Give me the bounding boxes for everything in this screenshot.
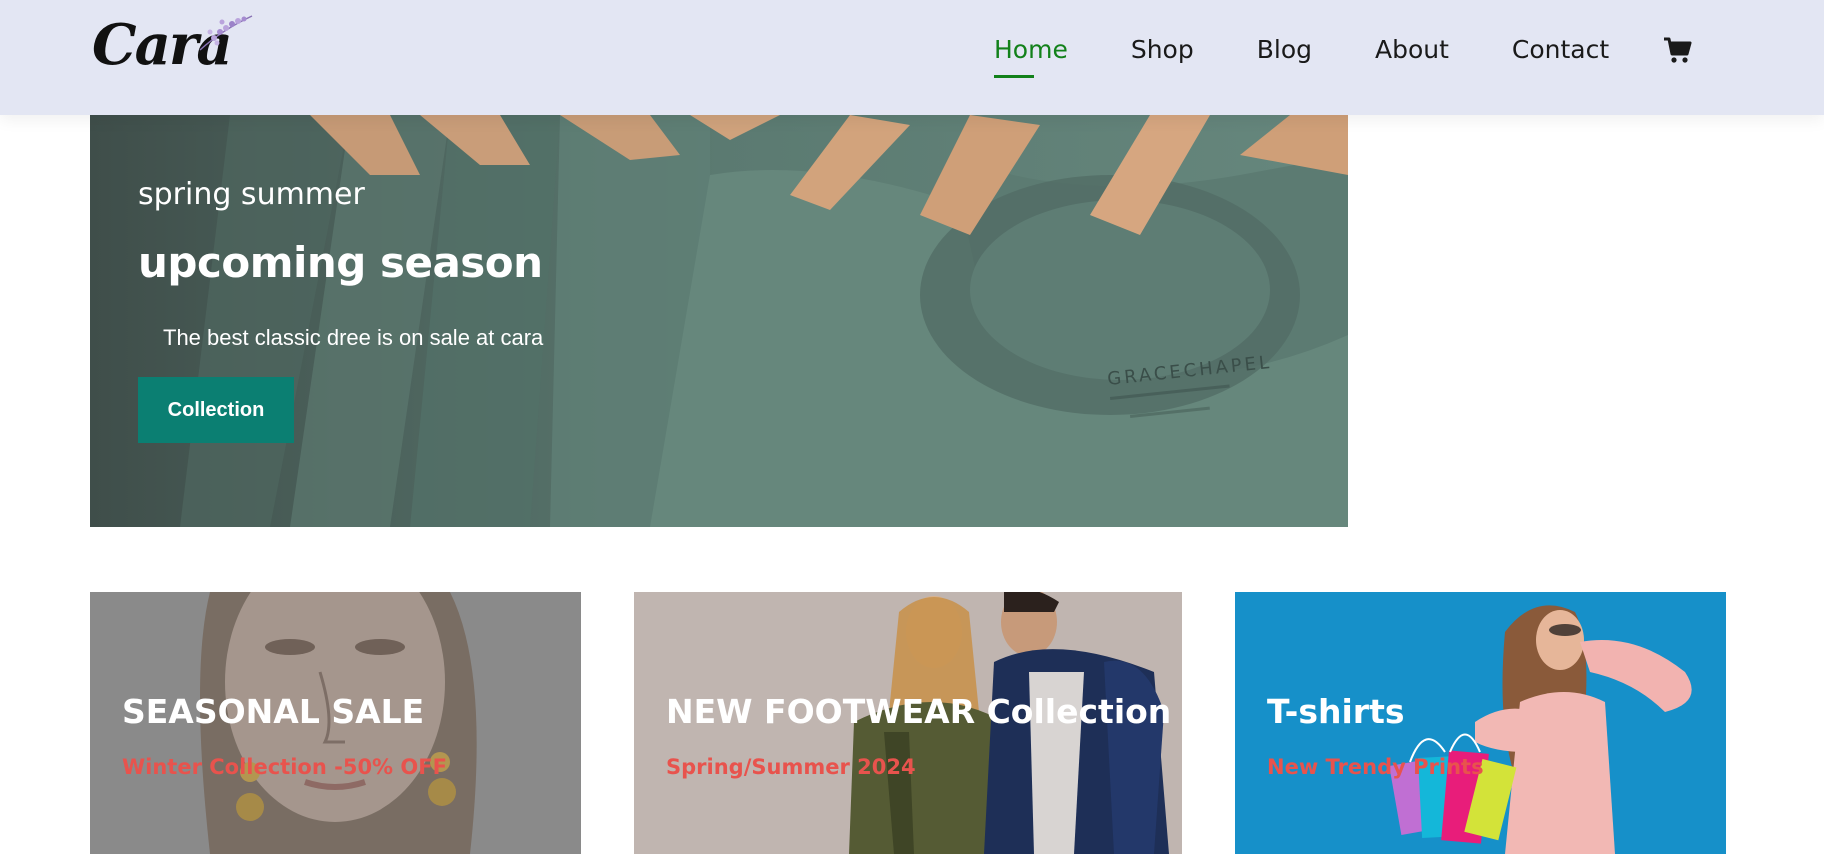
hero-banner: GRACECHAPEL spring summer upcoming seaso… bbox=[90, 115, 1348, 527]
banner-title: NEW FOOTWEAR Collection bbox=[666, 692, 1172, 731]
tshirts-banner[interactable]: T-shirts New Trendy Prints bbox=[1235, 592, 1726, 854]
collection-button[interactable]: Collection bbox=[138, 377, 294, 443]
lavender-sprig-icon bbox=[199, 15, 253, 51]
hero-text: The best classic dree is on sale at cara bbox=[163, 325, 544, 350]
banner-subtitle: New Trendy Prints bbox=[1267, 755, 1484, 779]
banner-title: T-shirts bbox=[1267, 692, 1405, 731]
banner-subtitle: Winter Collection -50% OFF bbox=[122, 755, 447, 779]
logo[interactable]: Cara bbox=[92, 10, 262, 80]
nav-contact[interactable]: Contact bbox=[1512, 30, 1609, 70]
main-nav: Home Shop Blog About Contact bbox=[994, 30, 1692, 78]
site-header: Cara Home Shop Blog About Contact bbox=[0, 0, 1824, 115]
banner-subtitle: Spring/Summer 2024 bbox=[666, 755, 916, 779]
nav-blog[interactable]: Blog bbox=[1257, 30, 1312, 70]
footwear-collection-banner[interactable]: NEW FOOTWEAR Collection Spring/Summer 20… bbox=[634, 592, 1182, 854]
hero-subtitle: spring summer bbox=[138, 177, 365, 212]
shopping-cart-icon[interactable] bbox=[1662, 35, 1692, 65]
nav-shop[interactable]: Shop bbox=[1131, 30, 1194, 70]
nav-home[interactable]: Home bbox=[994, 30, 1068, 78]
hero-title: upcoming season bbox=[138, 238, 543, 287]
seasonal-sale-banner[interactable]: SEASONAL SALE Winter Collection -50% OFF bbox=[90, 592, 581, 854]
banner-title: SEASONAL SALE bbox=[122, 692, 425, 731]
nav-about[interactable]: About bbox=[1375, 30, 1449, 70]
